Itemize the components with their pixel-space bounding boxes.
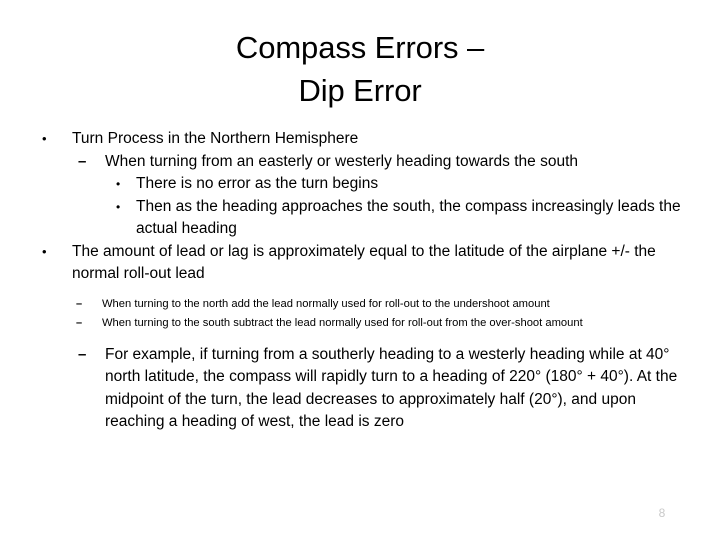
slide-page-number: 8 bbox=[658, 506, 666, 520]
bullet-level2-when-turning-south: – When turning from an easterly or weste… bbox=[0, 151, 720, 174]
bullet-level3-no-error: • There is no error as the turn begins bbox=[0, 173, 720, 196]
bullet-dot-icon: • bbox=[116, 199, 121, 214]
bullet-text: The amount of lead or lag is approximate… bbox=[72, 242, 656, 283]
bullet-dot-icon: • bbox=[42, 131, 47, 146]
slide-body: • Turn Process in the Northern Hemispher… bbox=[0, 128, 720, 434]
bullet-dash-icon: – bbox=[78, 345, 87, 363]
bullet-text: When turning to the north add the lead n… bbox=[102, 297, 550, 310]
slide-title: Compass Errors – Dip Error bbox=[235, 30, 485, 108]
slide-canvas: Compass Errors – Dip Error • Turn Proces… bbox=[0, 0, 720, 540]
bullet-text: Turn Process in the Northern Hemisphere bbox=[72, 130, 359, 147]
bullet-dash-icon: – bbox=[76, 297, 83, 310]
bullet-level3-compass-leads: • Then as the heading approaches the sou… bbox=[0, 196, 720, 241]
bullet-dash-icon: – bbox=[78, 152, 87, 170]
bullet-level2-for-example: – For example, if turning from a souther… bbox=[0, 344, 720, 434]
bullet-dot-icon: • bbox=[116, 177, 121, 191]
bullet-text: When turning from an easterly or westerl… bbox=[105, 152, 578, 170]
bullet-text: For example, if turning from a southerly… bbox=[105, 345, 678, 431]
bullet-level1-lead-or-lag: • The amount of lead or lag is approxima… bbox=[0, 241, 720, 286]
bullet-dot-icon: • bbox=[42, 243, 47, 259]
bullet-text: There is no error as the turn begins bbox=[136, 175, 379, 192]
bullet-level1-turn-process: • Turn Process in the Northern Hemispher… bbox=[0, 128, 720, 151]
bullet-text: When turning to the south subtract the l… bbox=[102, 316, 583, 329]
bullet-level2-turning-south: – When turning to the south subtract the… bbox=[0, 314, 720, 333]
bullet-text: Then as the heading approaches the south… bbox=[136, 197, 681, 238]
bullet-dash-icon: – bbox=[76, 316, 83, 329]
bullet-level2-turning-north: – When turning to the north add the lead… bbox=[0, 295, 720, 314]
